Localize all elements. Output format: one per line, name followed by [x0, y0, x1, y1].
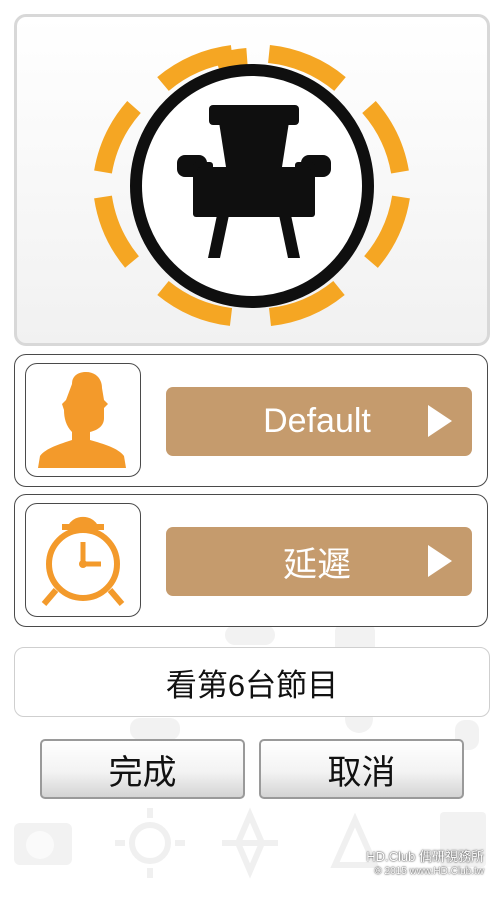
device-icon-panel[interactable] [14, 14, 490, 346]
delay-select-button[interactable]: 延遲 [166, 527, 472, 596]
armchair-icon [94, 45, 410, 326]
play-arrow-icon [428, 545, 452, 577]
play-arrow-icon [428, 405, 452, 437]
profile-icon-box[interactable] [25, 363, 141, 477]
person-icon [38, 372, 126, 468]
profile-select-button[interactable]: Default [166, 387, 472, 456]
delay-row: 延遲 [14, 494, 488, 627]
delay-icon-box[interactable] [25, 503, 141, 617]
cancel-button[interactable]: 取消 [259, 739, 464, 799]
delay-button-label: 延遲 [283, 546, 351, 584]
watermark-line-2: © 2015 www.HD.Club.tw [374, 866, 484, 877]
done-button[interactable]: 完成 [40, 739, 245, 799]
profile-button-label: Default [263, 402, 371, 440]
watermark-line-1: HD.Club 偶研視務所 [366, 849, 484, 864]
alarm-clock-icon [41, 516, 125, 606]
command-text-field[interactable]: 看第6台節目 [14, 647, 490, 717]
profile-row: Default [14, 354, 488, 487]
watermark: HD.Club 偶研視務所 © 2015 www.HD.Club.tw [366, 849, 484, 878]
